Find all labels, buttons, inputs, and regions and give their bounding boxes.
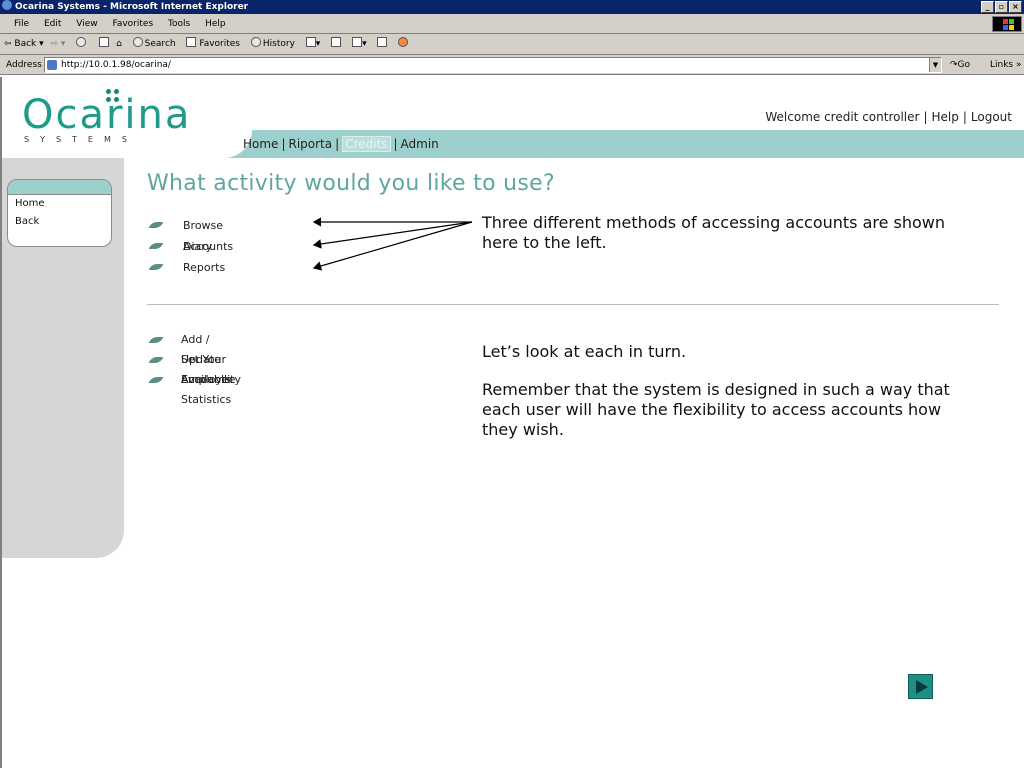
leaf-bullet-icon <box>148 222 164 228</box>
callout-text-methods: Three different methods of accessing acc… <box>482 213 946 252</box>
window-titlebar: Ocarina Systems - Microsoft Internet Exp… <box>0 0 1024 14</box>
menu-view[interactable]: View <box>76 19 97 29</box>
stop-icon <box>76 37 87 47</box>
top-nav: Home | Riporta | Credits | Admin <box>243 136 439 152</box>
nav-admin[interactable]: Admin <box>401 137 439 151</box>
links-label: Links <box>990 60 1014 70</box>
leaf-bullet-icon <box>148 264 164 270</box>
go-label: Go <box>957 60 971 70</box>
address-url: http://10.0.1.98/ocarina/ <box>61 60 171 70</box>
print-icon <box>331 37 342 47</box>
edit-button[interactable]: ▾ <box>348 37 367 49</box>
arrow-to-reports <box>312 221 473 271</box>
search-icon <box>132 37 143 47</box>
address-label: Address <box>6 60 42 70</box>
menu-favorites[interactable]: Favorites <box>112 19 153 29</box>
sidebar-item-home[interactable]: Home <box>8 195 111 213</box>
print-button[interactable] <box>327 37 342 49</box>
standard-toolbar: ⇦ Back ▾ ⇨ ▾ ⌂ Search Favorites History … <box>0 34 1024 55</box>
history-icon <box>250 37 261 47</box>
search-button[interactable]: Search <box>129 37 176 49</box>
list-item-label: Employee Statistics <box>181 373 236 406</box>
menu-file[interactable]: File <box>14 19 29 29</box>
section-divider <box>147 304 999 305</box>
favorites-icon <box>186 37 197 47</box>
ie-icon <box>2 0 12 10</box>
window-title: Ocarina Systems - Microsoft Internet Exp… <box>15 2 249 12</box>
links-button[interactable]: Links » <box>990 55 1022 75</box>
callout-text-remember: Remember that the system is designed in … <box>482 380 950 439</box>
windows-logo-icon <box>992 16 1022 32</box>
home-button[interactable]: ⌂ <box>116 39 122 49</box>
refresh-button[interactable] <box>95 37 110 49</box>
minimize-button[interactable]: _ <box>981 1 994 13</box>
side-menu-header <box>8 180 111 195</box>
discuss-icon <box>377 37 388 47</box>
header-user-links: Welcome credit controller | Help | Logout <box>765 110 1012 124</box>
leaf-bullet-icon <box>148 337 164 343</box>
back-label: Back <box>14 39 37 49</box>
search-label: Search <box>144 39 176 49</box>
logout-link[interactable]: Logout <box>971 110 1012 124</box>
favorites-button[interactable]: Favorites <box>182 37 240 49</box>
messenger-icon <box>398 37 409 47</box>
side-menu: Home Back <box>7 179 112 247</box>
leaf-bullet-icon <box>148 243 164 249</box>
history-button[interactable]: History <box>247 37 295 49</box>
sidebar-item-back[interactable]: Back <box>8 213 111 231</box>
nav-credits[interactable]: Credits <box>342 136 391 152</box>
page-content: Ocarina SYSTEMS Welcome credit controlle… <box>0 77 1024 768</box>
callout-arrows <box>312 217 473 271</box>
menu-tools[interactable]: Tools <box>168 19 190 29</box>
next-slide-button[interactable] <box>908 674 933 699</box>
list-item-label: Diary <box>183 240 213 253</box>
restore-button[interactable]: ▫ <box>995 1 1008 13</box>
page-title: What activity would you like to use? <box>147 171 555 196</box>
address-bar: Address http://10.0.1.98/ocarina/ ▼ ↷Go … <box>0 55 1024 75</box>
list-item-label: Reports <box>183 261 226 274</box>
chevron-down-icon[interactable]: ▼ <box>929 58 941 72</box>
forward-button[interactable]: ⇨ ▾ <box>51 39 66 49</box>
discuss-button[interactable] <box>373 37 388 49</box>
arrow-to-diary <box>312 221 473 249</box>
history-label: History <box>262 39 295 49</box>
nav-home[interactable]: Home <box>243 137 278 151</box>
nav-riporta[interactable]: Riporta <box>288 137 332 151</box>
help-link[interactable]: Help <box>932 110 959 124</box>
menu-help[interactable]: Help <box>205 19 226 29</box>
refresh-icon <box>99 37 110 47</box>
page-icon <box>47 60 57 70</box>
callout-text-look: Let’s look at each in turn. <box>482 342 687 361</box>
address-input[interactable]: http://10.0.1.98/ocarina/ ▼ <box>44 57 942 73</box>
go-button[interactable]: ↷Go <box>950 55 970 75</box>
leaf-bullet-icon <box>148 377 164 383</box>
menu-bar: File Edit View Favorites Tools Help <box>0 14 1024 34</box>
leaf-bullet-icon <box>148 357 164 363</box>
window-controls: _ ▫ × <box>981 1 1022 13</box>
welcome-text: Welcome credit controller <box>765 110 920 124</box>
close-button[interactable]: × <box>1009 1 1022 13</box>
logo-dots-icon <box>106 89 120 103</box>
mail-icon <box>305 37 316 47</box>
favorites-label: Favorites <box>199 39 240 49</box>
back-button[interactable]: ⇦ Back ▾ <box>4 39 44 49</box>
menu-edit[interactable]: Edit <box>44 19 61 29</box>
stop-button[interactable] <box>72 37 88 49</box>
ocarina-logo: Ocarina SYSTEMS <box>22 89 191 144</box>
mail-button[interactable]: ▾ <box>302 37 320 49</box>
word-icon <box>352 37 363 47</box>
messenger-button[interactable] <box>394 37 410 49</box>
